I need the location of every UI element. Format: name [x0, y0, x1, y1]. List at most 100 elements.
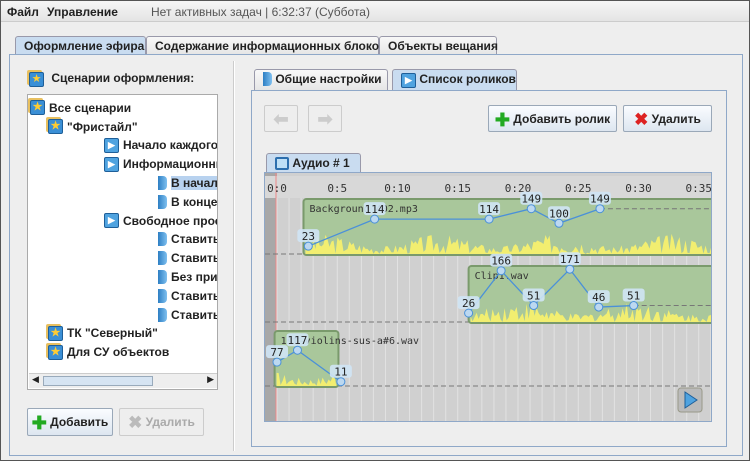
tree-item[interactable]: Ставить в 4 раза чаще — [158, 305, 218, 323]
speaker-icon — [158, 251, 167, 266]
envelope-point-value: 26 — [462, 297, 475, 310]
envelope-point[interactable] — [554, 218, 564, 228]
scroll-right-icon[interactable]: ▶ — [207, 374, 214, 385]
x-icon: ✖ — [634, 109, 649, 129]
add-clip-button[interactable]: ✚ Добавить ролик — [488, 105, 617, 132]
add-clip-label: Добавить ролик — [513, 112, 611, 126]
scroll-left-icon[interactable]: ◀ — [32, 374, 39, 385]
plus-icon: ✚ — [494, 109, 510, 130]
envelope-point[interactable] — [303, 241, 313, 251]
scenarios-header: ★ Сценарии оформления: — [29, 71, 194, 87]
envelope-point-value: 114 — [479, 203, 499, 216]
split-divider[interactable] — [233, 61, 235, 451]
tree-item-label: Ставить в 4 раза чаще — [171, 307, 218, 322]
envelope-point-value: 149 — [590, 193, 610, 206]
tree-item-label: В конце каждого блока — [171, 194, 218, 209]
speaker-icon — [158, 176, 167, 191]
back-arrow-button[interactable]: ⬅ — [264, 105, 298, 132]
speaker-icon — [158, 232, 167, 247]
star-icon: ★ — [48, 344, 63, 360]
tree-item[interactable]: ★ "Фристайл" — [48, 117, 138, 135]
envelope-point[interactable] — [496, 266, 506, 276]
ruler-tick-label: 0:5 — [327, 182, 347, 195]
tree-item[interactable]: Ставить в 2 раза реже — [158, 248, 218, 266]
delete-clip-button[interactable]: ✖ Удалить — [623, 105, 712, 132]
add-button[interactable]: ✚ Добавить — [27, 408, 113, 436]
play-icon: ▶ — [104, 213, 119, 229]
envelope-point-value: 77 — [270, 346, 283, 359]
tree-item-label: Для СУ объектов — [67, 345, 170, 360]
envelope-point[interactable] — [594, 302, 604, 312]
play-icon: ▶ — [401, 73, 416, 88]
tree-item-label: Ставить в 2 раза реже — [171, 251, 218, 266]
tab-broadcast-design[interactable]: Оформление эфира — [15, 36, 146, 54]
app-window: Файл Управление Нет активных задач | 6:3… — [0, 0, 750, 461]
tree-item[interactable]: Ставить в 2 раза чаще — [158, 286, 218, 304]
tape-icon — [275, 157, 289, 171]
speaker-icon — [158, 270, 167, 285]
tab-general-settings[interactable]: Общие настройки — [254, 69, 388, 90]
envelope-point-value: 100 — [549, 207, 569, 220]
ruler-tick-label: 0:25 — [565, 182, 592, 195]
tree-item[interactable]: ▶ Свободное пространство — [104, 211, 217, 229]
x-icon: ✖ — [128, 412, 143, 432]
delete-label: Удалить — [145, 415, 195, 429]
tab-info-blocks[interactable]: Содержание информационных блоков — [146, 36, 386, 54]
tree-item[interactable]: Ставить в 4 раза реже — [158, 230, 218, 248]
envelope-point[interactable] — [272, 357, 282, 367]
tab-audio-1[interactable]: Аудио # 1 — [266, 153, 361, 173]
speaker-icon — [158, 194, 167, 209]
envelope-point[interactable] — [629, 301, 639, 311]
envelope-point[interactable] — [595, 204, 605, 214]
menu-bar: Файл Управление Нет активных задач | 6:3… — [1, 1, 749, 22]
tree-item-label: Без приоритета (Обычно) — [171, 270, 218, 285]
envelope-point[interactable] — [529, 301, 539, 311]
tree-item-label: Ставить в 2 раза чаще — [171, 288, 218, 303]
tree-item-label: "Фристайл" — [67, 119, 138, 134]
tree-item-label: Свободное пространство — [123, 213, 217, 228]
ruler-tick-label: 0:30 — [625, 182, 652, 195]
tree-item-label: Начало каждого часа — [123, 138, 218, 153]
star-icon: ★ — [48, 325, 63, 341]
envelope-point[interactable] — [464, 308, 474, 318]
tree-item-label: Информационные блоки — [123, 157, 217, 172]
envelope-point[interactable] — [526, 204, 536, 214]
tree-item[interactable]: ▶ Информационные блоки — [104, 154, 217, 172]
envelope-point-value: 117 — [288, 334, 308, 347]
envelope-point[interactable] — [336, 377, 346, 387]
menu-file[interactable]: Файл — [7, 5, 39, 19]
tree-item[interactable]: В конце каждого блока — [158, 192, 218, 210]
star-icon: ★ — [48, 119, 63, 135]
scenario-tree[interactable]: ★ Для СУ объектов ★ ТК "Северный" Ставить в … — [27, 94, 218, 390]
tree-item[interactable]: В начале каждого блока — [158, 173, 217, 191]
menu-manage[interactable]: Управление — [47, 5, 118, 19]
scrollbar-thumb[interactable] — [43, 376, 153, 386]
envelope-point-value: 51 — [527, 290, 540, 303]
tree-item[interactable]: ★ Все сценарии — [30, 98, 131, 116]
add-label: Добавить — [50, 415, 109, 429]
tab-broadcast-objects[interactable]: Объекты вещания — [379, 36, 498, 54]
scenarios-title: Сценарии оформления: — [51, 71, 195, 85]
forward-arrow-button[interactable]: ➡ — [308, 105, 342, 132]
ruler-tick-label: 0:0 — [267, 182, 287, 195]
tree-item[interactable]: ★ Для СУ объектов — [48, 342, 169, 360]
envelope-point[interactable] — [292, 345, 302, 355]
tree-item[interactable]: ▶ Начало каждого часа — [104, 136, 218, 154]
timeline[interactable]: 0:00:50:100:150:200:250:300:35Background… — [264, 172, 712, 422]
envelope-point[interactable] — [484, 214, 494, 224]
tree-item[interactable]: ★ ТК "Северный" — [48, 324, 158, 342]
delete-button[interactable]: ✖ Удалить — [119, 408, 204, 436]
tab-clip-list[interactable]: ▶ Список роликов — [392, 69, 517, 90]
play-icon: ▶ — [104, 137, 119, 153]
tree-item-label: Все сценарии — [49, 100, 132, 115]
ruler-tick-label: 0:10 — [384, 182, 411, 195]
tree-item-label: Ставить в 4 раза реже — [171, 232, 218, 247]
envelope-point-value: 11 — [334, 366, 347, 379]
horizontal-scrollbar[interactable]: ◀ ▶ — [29, 373, 217, 388]
envelope-point[interactable] — [565, 264, 575, 274]
envelope-point[interactable] — [370, 214, 380, 224]
play-icon: ▶ — [104, 156, 119, 172]
star-folder-icon: ★ — [30, 100, 45, 116]
tree-item[interactable]: Без приоритета (Обычно) — [158, 267, 218, 285]
envelope-point-value: 51 — [627, 290, 640, 303]
